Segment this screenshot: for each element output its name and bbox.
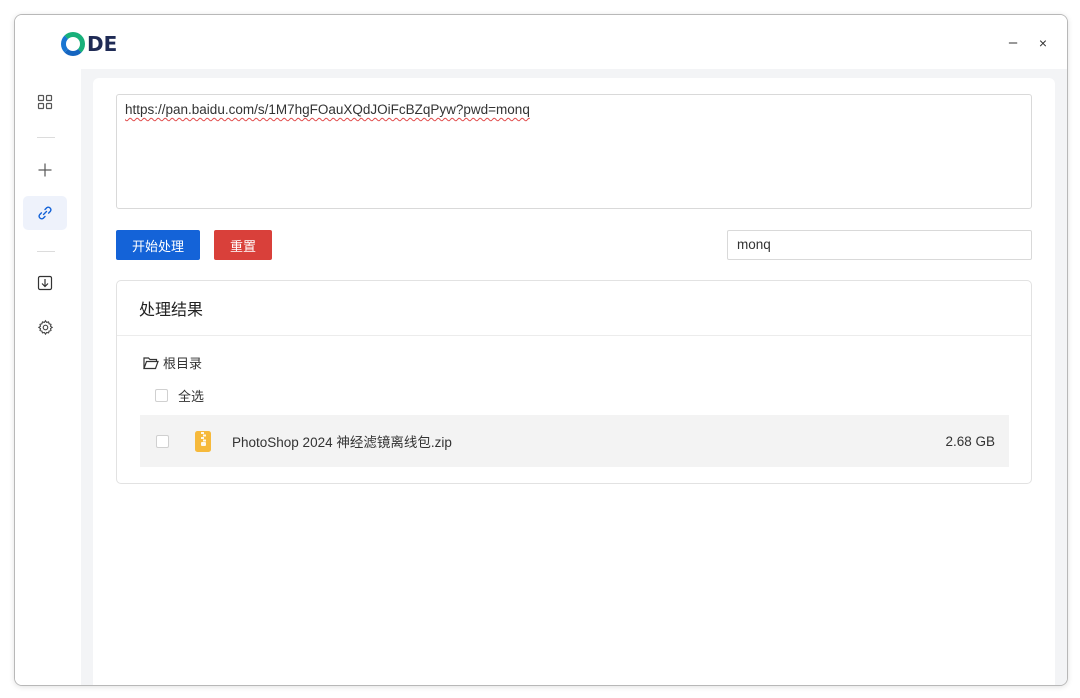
root-folder-label: 根目录 (163, 356, 203, 371)
download-icon (37, 275, 53, 291)
sidebar-item-link[interactable] (23, 196, 67, 230)
main-panel: https://pan.baidu.com/s/1M7hgFOauXQdJOiF… (93, 78, 1055, 685)
link-icon (38, 206, 52, 220)
plus-icon (38, 163, 52, 177)
select-all-checkbox[interactable]: 全选 (155, 386, 204, 405)
logo-text: DE (87, 32, 118, 56)
sidebar-item-download[interactable] (23, 266, 67, 300)
file-row[interactable]: PhotoShop 2024 神经滤镜离线包.zip 2.68 GB (140, 415, 1009, 467)
file-checkbox[interactable] (156, 434, 169, 448)
sidebar-divider (37, 137, 55, 138)
close-button[interactable]: × (1033, 33, 1053, 53)
url-textarea[interactable]: https://pan.baidu.com/s/1M7hgFOauXQdJOiF… (116, 94, 1032, 209)
gear-icon (37, 319, 53, 335)
app-logo: DE (61, 31, 117, 57)
zip-file-icon (195, 430, 211, 452)
password-input[interactable]: monq (727, 230, 1032, 260)
folder-open-icon (143, 356, 159, 369)
sidebar-item-dashboard[interactable] (23, 85, 67, 119)
reset-button[interactable]: 重置 (214, 230, 272, 260)
title-bar: DE – × (15, 15, 1067, 69)
file-name: PhotoShop 2024 神经滤镜离线包.zip (232, 435, 452, 450)
checkbox[interactable] (155, 389, 168, 402)
grid-icon (37, 94, 53, 110)
app-window: DE – × https://pan.baidu.com/s/1M7hgFOau… (14, 14, 1068, 686)
sidebar-divider (37, 251, 55, 252)
sidebar (15, 69, 81, 685)
results-title: 处理结果 (117, 281, 1031, 336)
minimize-button[interactable]: – (1003, 33, 1023, 53)
file-size: 2.68 GB (945, 433, 995, 449)
logo-ring-icon (61, 32, 85, 56)
root-folder[interactable]: 根目录 (143, 353, 202, 372)
sidebar-item-add[interactable] (23, 153, 67, 187)
start-processing-button[interactable]: 开始处理 (116, 230, 200, 260)
results-card: 处理结果 根目录 全选 PhotoShop 2024 神经滤镜离线包.zip 2… (116, 280, 1032, 484)
select-all-label: 全选 (178, 389, 205, 404)
sidebar-item-settings[interactable] (23, 310, 67, 344)
url-value: https://pan.baidu.com/s/1M7hgFOauXQdJOiF… (125, 102, 530, 117)
